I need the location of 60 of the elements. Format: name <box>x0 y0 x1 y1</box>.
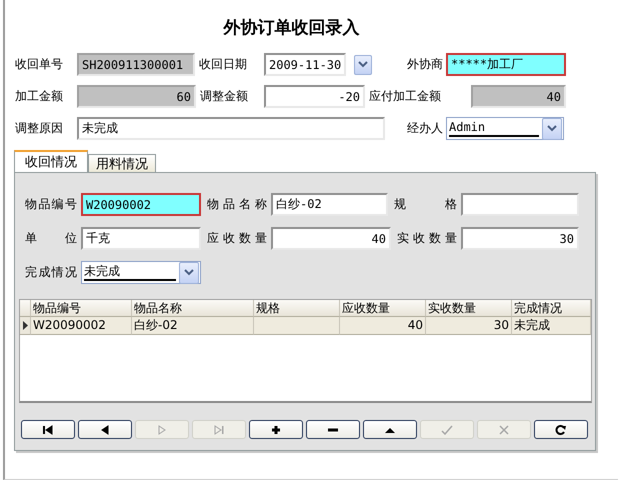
field-label: 物品名称 <box>206 196 268 213</box>
field-label: 收回单号 <box>14 56 64 73</box>
navigator-button[interactable] <box>21 420 75 439</box>
column-header[interactable]: 完成情况 <box>512 300 591 317</box>
input-field[interactable] <box>461 193 579 216</box>
field-label: 实收数量 <box>396 230 458 247</box>
input-field[interactable]: W20090002 <box>81 193 201 216</box>
table-cell: 30 <box>426 317 512 335</box>
table-cell: 白纱-02 <box>132 317 254 335</box>
field-label: 加工金额 <box>14 88 64 105</box>
form-title: 外协订单收回录入 <box>224 17 360 39</box>
field-label: 调整金额 <box>199 88 249 105</box>
chevron-down-icon <box>358 61 368 68</box>
field-label: 应收数量 <box>206 230 268 247</box>
plus-icon <box>269 424 283 434</box>
column-header[interactable]: 实收数量 <box>426 300 512 317</box>
column-header[interactable]: 应收数量 <box>340 300 426 317</box>
input-field[interactable]: 60 <box>77 85 196 108</box>
dropdown[interactable]: 未完成 <box>81 261 201 284</box>
input-field[interactable]: -20 <box>264 85 365 108</box>
navigator-button[interactable] <box>363 420 417 439</box>
field-label: 物品编号 <box>24 196 78 213</box>
input-field[interactable]: 40 <box>471 85 566 108</box>
tab[interactable]: 用料情况 <box>88 154 156 172</box>
field-label: 收回日期 <box>198 56 248 73</box>
chevron-down-icon <box>547 125 557 132</box>
cross-icon <box>497 424 511 434</box>
dropdown[interactable]: Admin <box>446 117 564 140</box>
table-cell: 未完成 <box>512 317 591 335</box>
check-icon <box>440 424 454 434</box>
navigator-button[interactable] <box>249 420 303 439</box>
navigator-button[interactable] <box>534 420 588 439</box>
column-header[interactable]: 物品名称 <box>132 300 254 317</box>
field-label: 规 格 <box>393 196 458 213</box>
chevron-down-icon <box>184 269 194 276</box>
column-header[interactable]: 规格 <box>254 300 340 317</box>
input-field[interactable]: 未完成 <box>77 117 385 140</box>
input-field[interactable]: 千克 <box>81 227 201 250</box>
table-cell: W20090002 <box>31 317 132 335</box>
column-header[interactable]: 物品编号 <box>31 300 132 317</box>
input-field[interactable]: 40 <box>271 227 391 250</box>
navigator-button[interactable] <box>78 420 132 439</box>
tab[interactable]: 收回情况 <box>14 150 88 172</box>
input-field[interactable]: SH200911300001 <box>77 53 195 76</box>
field-label: 完成情况 <box>24 264 78 281</box>
input-field[interactable]: 白纱-02 <box>271 193 388 216</box>
first-record-icon <box>41 424 55 434</box>
input-field[interactable]: 30 <box>461 227 579 250</box>
refresh-icon <box>554 424 568 434</box>
navigator-button[interactable] <box>306 420 360 439</box>
table-cell: 40 <box>340 317 426 335</box>
input-field[interactable]: *****加工厂 <box>446 53 566 76</box>
date-dropdown-button[interactable] <box>354 54 372 74</box>
date-field[interactable]: 2009-11-30 <box>264 53 346 76</box>
field-label: 经办人 <box>406 120 444 137</box>
last-record-icon <box>212 424 226 434</box>
field-label: 调整原因 <box>14 120 64 137</box>
field-label: 应付加工金额 <box>368 88 442 105</box>
field-label: 外协商 <box>406 56 444 73</box>
field-label: 单 位 <box>24 230 78 247</box>
